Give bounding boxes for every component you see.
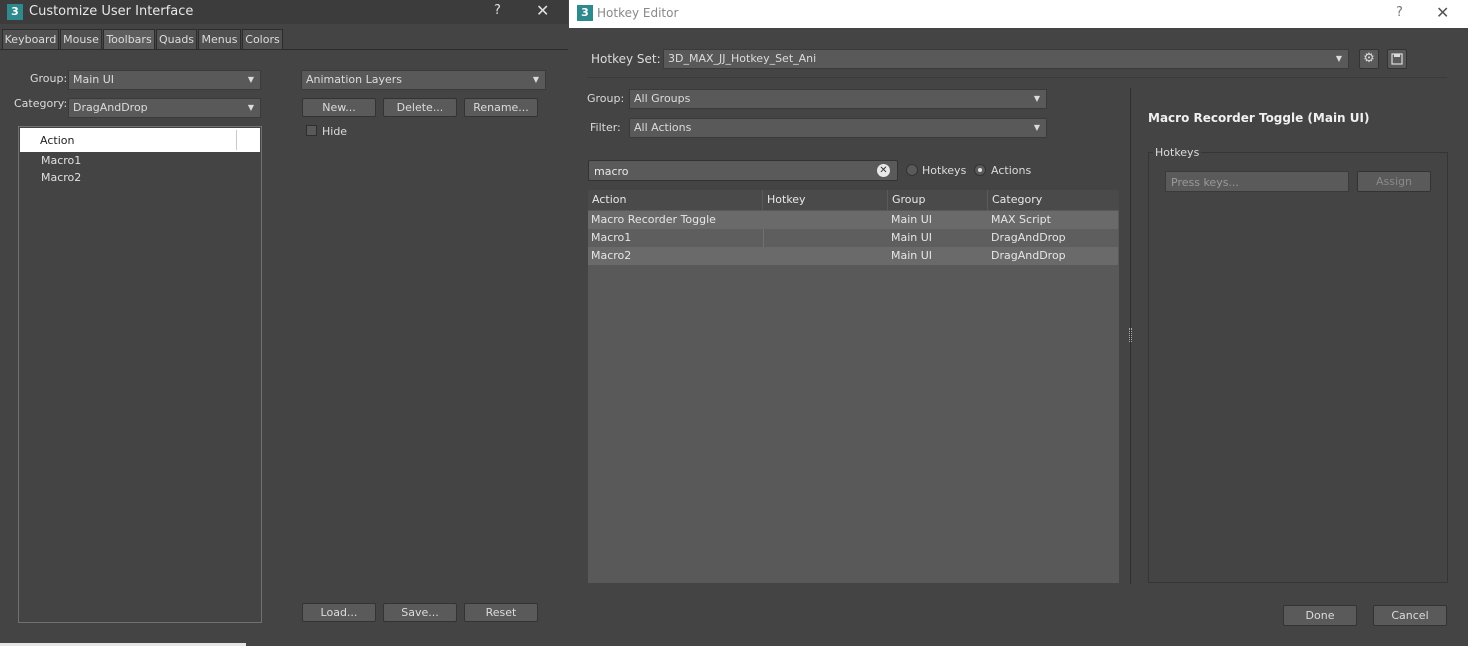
chevron-down-icon: ▼ [532, 75, 539, 84]
cui-titlebar: 3 Customize User Interface ? ✕ [0, 0, 568, 24]
detail-title: Macro Recorder Toggle (Main UI) [1148, 111, 1370, 125]
category-cell: MAX Script [991, 213, 1051, 226]
hotkey-set-dropdown[interactable]: 3D_MAX_JJ_Hotkey_Set_Ani ▼ [663, 49, 1349, 69]
action-cell: Macro Recorder Toggle [591, 213, 716, 226]
table-header: Action Hotkey Group Category [588, 190, 1119, 210]
category-value: DragAndDrop [73, 101, 148, 114]
gear-icon[interactable]: ⚙ [1359, 49, 1379, 69]
group-cell: Main UI [891, 213, 933, 226]
action-cell: Macro1 [591, 231, 632, 244]
chevron-down-icon: ▼ [1335, 54, 1342, 63]
hotkeys-groupbox [1148, 152, 1448, 583]
filter-label: Filter: [590, 121, 621, 134]
table-row[interactable]: Macro Recorder Toggle Main UI MAX Script [588, 211, 1118, 229]
hotkey-cell [763, 247, 888, 265]
save-button[interactable]: Save... [383, 603, 457, 622]
hide-label: Hide [322, 125, 348, 138]
delete-button[interactable]: Delete... [383, 98, 457, 117]
action-list[interactable]: Action Macro1 Macro2 [18, 126, 262, 623]
header-divider [587, 77, 1447, 78]
splitter-handle[interactable] [1129, 328, 1132, 342]
group-dropdown[interactable]: All Groups ▼ [629, 89, 1047, 109]
hide-checkbox[interactable] [306, 125, 317, 136]
group-cell: Main UI [891, 231, 933, 244]
action-list-header[interactable]: Action [20, 128, 260, 152]
chevron-down-icon: ▼ [1033, 94, 1040, 103]
hotkey-set-label: Hotkey Set: [591, 52, 661, 66]
search-input[interactable]: macro ✕ [588, 160, 898, 181]
window-title: Customize User Interface [29, 4, 194, 19]
press-keys-input[interactable]: Press keys... [1165, 171, 1349, 192]
hotkeys-radio-label: Hotkeys [922, 164, 967, 177]
group-cell: Main UI [891, 249, 933, 262]
chevron-down-icon: ▼ [247, 103, 254, 112]
app-logo-icon: 3 [7, 4, 23, 20]
column-header-group[interactable]: Group [888, 190, 988, 210]
floppy-icon[interactable] [1387, 49, 1407, 69]
tab-colors[interactable]: Colors [242, 29, 283, 50]
customize-ui-window: 3 Customize User Interface ? ✕ Keyboard … [0, 0, 568, 646]
actions-radio-label: Actions [991, 164, 1032, 177]
close-button[interactable]: ✕ [536, 1, 549, 20]
tab-quads[interactable]: Quads [156, 29, 197, 50]
category-cell: DragAndDrop [991, 249, 1066, 262]
list-item[interactable]: Macro2 [41, 171, 81, 184]
help-button[interactable]: ? [494, 3, 501, 18]
reset-button[interactable]: Reset [464, 603, 538, 622]
hotkeys-group-label: Hotkeys [1153, 146, 1202, 159]
actions-radio[interactable] [974, 164, 986, 176]
toolbar-value: Animation Layers [306, 73, 402, 86]
table-row[interactable]: Macro1 Main UI DragAndDrop [588, 229, 1118, 247]
tab-mouse[interactable]: Mouse [60, 29, 102, 50]
hotkeys-radio[interactable] [906, 164, 918, 176]
close-button[interactable]: ✕ [1436, 3, 1449, 22]
action-cell: Macro2 [591, 249, 632, 262]
action-column-header: Action [40, 134, 75, 147]
app-logo-icon: 3 [577, 5, 593, 21]
column-header-action[interactable]: Action [588, 190, 763, 210]
press-keys-placeholder: Press keys... [1171, 176, 1239, 189]
column-header-hotkey[interactable]: Hotkey [763, 190, 888, 210]
group-label: Group: [30, 72, 68, 85]
filter-dropdown[interactable]: All Actions ▼ [629, 118, 1047, 138]
hotkey-cell [763, 211, 888, 229]
actions-table: Action Hotkey Group Category Macro Recor… [588, 190, 1119, 583]
rename-button[interactable]: Rename... [464, 98, 538, 117]
window-title: Hotkey Editor [597, 6, 679, 20]
chevron-down-icon: ▼ [247, 75, 254, 84]
filter-value: All Actions [634, 121, 692, 134]
tab-divider [0, 49, 568, 50]
done-button[interactable]: Done [1283, 605, 1357, 626]
chevron-down-icon: ▼ [1033, 123, 1040, 132]
tab-menus[interactable]: Menus [198, 29, 241, 50]
cancel-button[interactable]: Cancel [1373, 605, 1447, 626]
column-header-category[interactable]: Category [988, 190, 1119, 210]
group-label: Group: [587, 92, 625, 105]
load-button[interactable]: Load... [302, 603, 376, 622]
search-value: macro [594, 165, 629, 178]
group-dropdown[interactable]: Main UI ▼ [68, 70, 261, 90]
clear-icon[interactable]: ✕ [877, 164, 890, 177]
tab-toolbars[interactable]: Toolbars [103, 29, 155, 50]
toolbar-dropdown[interactable]: Animation Layers ▼ [301, 70, 546, 90]
group-value: All Groups [634, 92, 691, 105]
hotkey-editor-window: 3 Hotkey Editor ? ✕ Hotkey Set: 3D_MAX_J… [569, 0, 1468, 646]
help-button[interactable]: ? [1396, 5, 1403, 20]
assign-button[interactable]: Assign [1357, 171, 1431, 192]
group-value: Main UI [73, 73, 115, 86]
hk-titlebar: 3 Hotkey Editor ? ✕ [569, 0, 1468, 28]
category-cell: DragAndDrop [991, 231, 1066, 244]
tab-keyboard[interactable]: Keyboard [2, 29, 59, 50]
hotkey-cell [763, 229, 888, 247]
list-item[interactable]: Macro1 [41, 154, 81, 167]
table-row[interactable]: Macro2 Main UI DragAndDrop [588, 247, 1118, 265]
category-label: Category: [14, 97, 68, 110]
hotkey-set-value: 3D_MAX_JJ_Hotkey_Set_Ani [668, 52, 817, 65]
new-button[interactable]: New... [302, 98, 376, 117]
column-divider [236, 130, 237, 150]
category-dropdown[interactable]: DragAndDrop ▼ [68, 98, 261, 118]
